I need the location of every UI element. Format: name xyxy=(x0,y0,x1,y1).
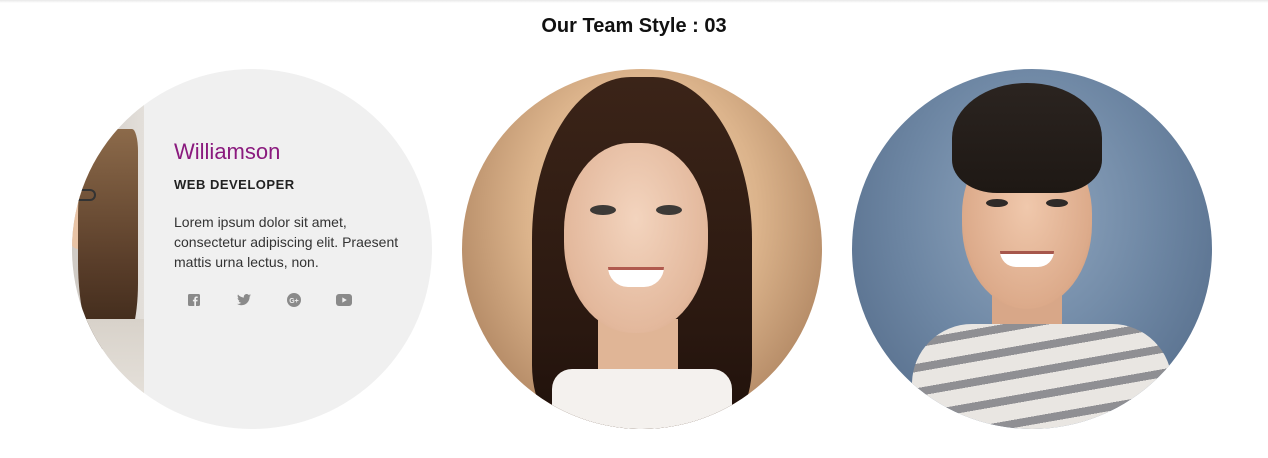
team-member-card-3[interactable] xyxy=(852,69,1212,429)
member-description: Lorem ipsum dolor sit amet, consectetur … xyxy=(174,214,399,270)
svg-text:G+: G+ xyxy=(289,298,299,305)
member-photo-partial xyxy=(72,69,144,429)
team-member-card-williamson[interactable]: Williamson WEB DEVELOPER Lorem ipsum dol… xyxy=(72,69,432,429)
facebook-icon[interactable] xyxy=(186,292,202,308)
member-info: Williamson WEB DEVELOPER Lorem ipsum dol… xyxy=(174,139,414,308)
top-divider xyxy=(0,0,1268,3)
social-links: G+ xyxy=(174,292,414,308)
youtube-icon[interactable] xyxy=(336,292,352,308)
member-photo-woman xyxy=(462,69,822,429)
member-role: WEB DEVELOPER xyxy=(174,177,295,192)
twitter-icon[interactable] xyxy=(236,292,252,308)
member-name[interactable]: Williamson xyxy=(174,139,414,165)
section-title: Our Team Style : 03 xyxy=(541,15,727,37)
member-photo-man xyxy=(852,69,1212,429)
google-plus-icon[interactable]: G+ xyxy=(286,292,302,308)
team-member-card-2[interactable] xyxy=(462,69,822,429)
